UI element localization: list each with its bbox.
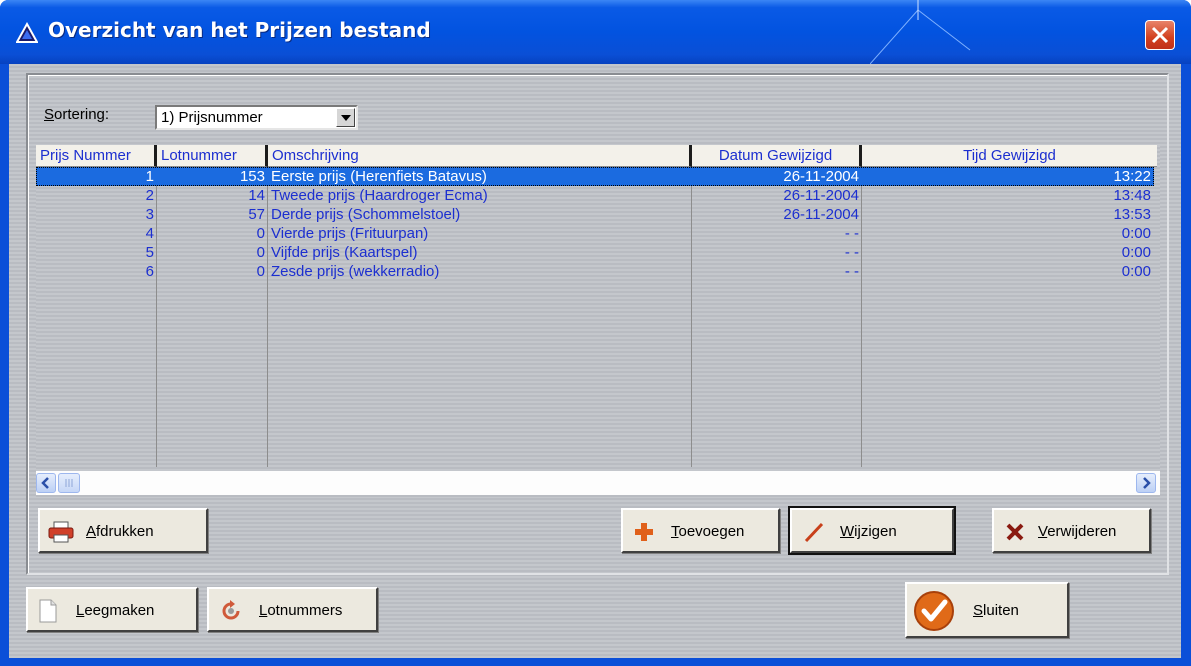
verwijderen-accel: V <box>1038 523 1048 540</box>
table-row[interactable]: 4 0 Vierde prijs (Frituurpan) - - 0:00 <box>36 224 1154 243</box>
afdrukken-accel: A <box>86 523 97 540</box>
table-cell-prijs: 5 <box>145 244 154 261</box>
table-cell-tijd: 13:53 <box>1113 206 1151 223</box>
afdrukken-label: fdrukken <box>96 523 154 540</box>
afdrukken-button[interactable]: Afdrukken <box>38 508 208 553</box>
column-header-lotnummer[interactable]: Lotnummer <box>157 145 268 167</box>
toevoegen-button[interactable]: Toevoegen <box>621 508 780 553</box>
chevron-left-icon <box>41 477 49 489</box>
chevron-down-icon <box>341 115 351 121</box>
table-cell-datum: 26-11-2004 <box>783 168 859 185</box>
table-cell-lot: 0 <box>256 225 265 242</box>
wijzigen-button[interactable]: Wijzigen <box>788 506 956 555</box>
column-header-tijd-gewijzigd[interactable]: Tijd Gewijzigd <box>862 145 1157 167</box>
horizontal-scrollbar[interactable] <box>36 471 1160 495</box>
sort-combobox-value: 1) Prijsnummer <box>161 109 263 126</box>
leegmaken-label: eegmaken <box>84 602 155 619</box>
table-cell-lot: 0 <box>256 263 265 280</box>
table-cell-prijs: 4 <box>145 225 154 242</box>
scroll-left-button[interactable] <box>36 473 56 493</box>
sluiten-accel: S <box>973 602 984 619</box>
pencil-icon <box>804 522 824 543</box>
verwijderen-button[interactable]: Verwijderen <box>992 508 1151 553</box>
table-cell-tijd: 0:00 <box>1121 244 1151 261</box>
wijzigen-label: ijzigen <box>854 523 897 540</box>
wijzigen-accel: W <box>840 523 855 540</box>
table-cell-datum: - - <box>844 244 859 261</box>
table-cell-prijs: 1 <box>145 168 154 185</box>
chevron-right-icon <box>1143 477 1151 489</box>
checkmark-icon <box>914 591 954 631</box>
sort-dropdown-button[interactable] <box>336 108 355 127</box>
table-row[interactable]: 1 153 Eerste prijs (Herenfiets Batavus) 26-… <box>36 167 1154 186</box>
table-cell-tijd: 13:48 <box>1113 187 1151 204</box>
close-x-icon <box>1151 26 1169 44</box>
table-row[interactable]: 2 14 Tweede prijs (Haardroger Ecma) 26-11-2… <box>36 186 1154 205</box>
column-header-prijs-nummer[interactable]: Prijs Nummer <box>36 145 157 167</box>
table-cell-tijd: 0:00 <box>1121 263 1151 280</box>
column-header-datum-gewijzigd[interactable]: Datum Gewijzigd <box>692 145 862 167</box>
prize-table[interactable]: Prijs Nummer Lotnummer Omschrijving Datu… <box>36 145 1160 498</box>
plus-icon <box>635 523 653 541</box>
table-row[interactable]: 6 0 Zesde prijs (wekkerradio) - - 0:00 <box>36 262 1154 281</box>
sort-label: Sortering: <box>44 106 110 123</box>
title-sparkle-decoration <box>870 0 971 64</box>
client-area: Sortering: 1) Prijsnummer Prijs Nummer L… <box>9 64 1181 658</box>
scroll-thumb[interactable] <box>58 473 80 493</box>
table-cell-datum: 26-11-2004 <box>783 187 859 204</box>
printer-icon <box>48 521 74 543</box>
table-cell-omschrijving: Vijfde prijs (Kaartspel) <box>271 244 418 261</box>
verwijderen-label: erwijderen <box>1047 523 1117 540</box>
table-cell-datum: - - <box>844 263 859 280</box>
window-title: Overzicht van het Prijzen bestand <box>48 18 431 42</box>
table-cell-omschrijving: Eerste prijs (Herenfiets Batavus) <box>271 168 487 185</box>
table-cell-tijd: 0:00 <box>1121 225 1151 242</box>
lotnummers-button[interactable]: Lotnummers <box>207 587 378 632</box>
toevoegen-accel: T <box>671 523 679 540</box>
table-cell-omschrijving: Vierde prijs (Frituurpan) <box>271 225 429 242</box>
refresh-icon <box>222 600 240 620</box>
sort-combobox[interactable]: 1) Prijsnummer <box>155 105 358 130</box>
sort-label-text: ortering: <box>54 106 110 123</box>
column-header-omschrijving[interactable]: Omschrijving <box>268 145 692 167</box>
table-row[interactable]: 5 0 Vijfde prijs (Kaartspel) - - 0:00 <box>36 243 1154 262</box>
grip-icon <box>65 479 73 487</box>
toevoegen-label: oevoegen <box>678 523 745 540</box>
table-cell-datum: 26-11-2004 <box>783 206 859 223</box>
table-row[interactable]: 3 57 Derde prijs (Schommelstoel) 26-11-2004… <box>36 205 1154 224</box>
table-cell-lot: 153 <box>239 168 265 185</box>
leegmaken-button[interactable]: Leegmaken <box>26 587 198 632</box>
table-cell-lot: 0 <box>256 244 265 261</box>
delta-triangle-icon <box>16 22 38 43</box>
table-cell-omschrijving: Tweede prijs (Haardroger Ecma) <box>271 187 488 204</box>
table-cell-omschrijving: Zesde prijs (wekkerradio) <box>271 263 440 280</box>
close-button[interactable] <box>1145 20 1175 50</box>
table-cell-prijs: 3 <box>145 206 154 223</box>
sluiten-button[interactable]: Sluiten <box>905 582 1069 638</box>
prize-panel: Sortering: 1) Prijsnummer Prijs Nummer L… <box>26 73 1169 575</box>
lotnummers-label: otnummers <box>267 602 343 619</box>
table-cell-omschrijving: Derde prijs (Schommelstoel) <box>271 206 461 223</box>
table-cell-lot: 14 <box>248 187 265 204</box>
table-cell-datum: - - <box>844 225 859 242</box>
blank-page-icon <box>39 599 57 623</box>
dialog-window: Overzicht van het Prijzen bestand Sorter… <box>0 0 1191 666</box>
title-bar[interactable]: Overzicht van het Prijzen bestand <box>0 0 1191 64</box>
table-cell-lot: 57 <box>248 206 265 223</box>
table-cell-tijd: 13:22 <box>1113 168 1151 185</box>
scroll-right-button[interactable] <box>1136 473 1156 493</box>
delete-x-icon <box>1006 523 1024 541</box>
sluiten-label: luiten <box>983 602 1019 619</box>
table-cell-prijs: 6 <box>145 263 154 280</box>
table-cell-prijs: 2 <box>145 187 154 204</box>
